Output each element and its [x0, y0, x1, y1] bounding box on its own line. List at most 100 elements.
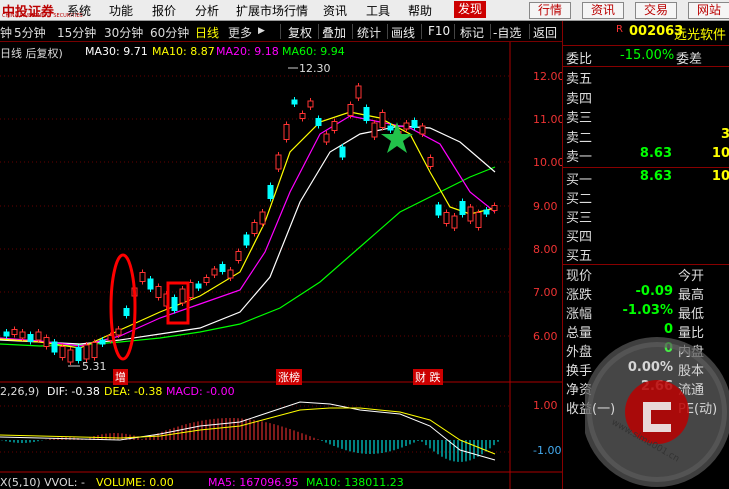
tool-statistics[interactable]: 统计 — [357, 24, 381, 41]
menu-news[interactable]: 资讯 — [323, 2, 347, 19]
price-tick: 7.00 — [533, 286, 558, 299]
candle-body — [323, 133, 330, 143]
candle-body — [267, 185, 274, 199]
candle-body — [75, 347, 82, 361]
toolbar-divider — [387, 24, 388, 39]
low-price-label: 5.31 — [82, 360, 107, 373]
ask-level-label: 卖三 — [566, 111, 593, 126]
menu-analysis[interactable]: 分析 — [195, 2, 219, 19]
chart-period-label: 日线 后复权) — [0, 47, 63, 60]
bid-level-label: 买五 — [566, 249, 593, 264]
macd-tick: 1.00 — [533, 399, 558, 412]
menu-extended-market[interactable]: 扩展市场行情 — [236, 2, 308, 19]
candle-body — [3, 331, 10, 337]
toolbar-divider — [318, 24, 319, 39]
period-more[interactable]: 更多 — [228, 24, 252, 41]
candle-body — [243, 234, 250, 246]
dif-label: DIF: -0.38 — [47, 385, 100, 398]
trade-button[interactable]: 交易 — [635, 2, 678, 19]
tag-finance[interactable]: 财 跌 — [413, 369, 443, 385]
candle-body — [459, 201, 466, 215]
ask-volume: 10 — [711, 146, 729, 161]
tool-add-watchlist[interactable]: -自选 — [493, 24, 521, 41]
candle-body — [259, 211, 266, 225]
candlestick-series — [3, 83, 498, 365]
toolbar-divider — [454, 24, 455, 39]
tool-draw-line[interactable]: 画线 — [391, 24, 415, 41]
candle-body — [347, 104, 354, 116]
period-15min[interactable]: 15分钟 — [57, 24, 96, 41]
candle-body — [147, 278, 154, 290]
period-daily[interactable]: 日线 — [195, 24, 219, 41]
stat-label: 今开 — [678, 269, 705, 284]
tool-mark[interactable]: 标记 — [460, 24, 484, 41]
candle-body — [371, 122, 378, 138]
menu-discover[interactable]: 发现 — [454, 1, 487, 18]
toolbar-divider — [421, 24, 422, 39]
news-button[interactable]: 资讯 — [582, 2, 625, 19]
tool-overlay[interactable]: 叠加 — [322, 24, 346, 41]
divider — [563, 45, 729, 46]
tool-back[interactable]: 返回 — [533, 24, 557, 41]
menu-quote[interactable]: 报价 — [152, 2, 176, 19]
period-60min[interactable]: 60分钟 — [150, 24, 189, 41]
candle-body — [139, 272, 146, 282]
stat-value: -1.03% — [622, 303, 674, 318]
menu-function[interactable]: 功能 — [109, 2, 133, 19]
candle-body — [411, 120, 418, 128]
macd-tick: -1.00 — [533, 444, 562, 457]
ask-price[interactable]: 8.63 — [620, 146, 672, 161]
kline-chart[interactable] — [0, 42, 562, 489]
ask-level-label: 卖一 — [566, 150, 593, 165]
candle-body — [99, 339, 106, 345]
candle-body — [59, 346, 66, 358]
stat-label: 涨幅 — [566, 307, 593, 322]
bid-price[interactable]: 8.63 — [620, 169, 672, 184]
weibi-label: 委比 — [566, 52, 593, 67]
candle-body — [11, 329, 18, 335]
period-30min[interactable]: 30分钟 — [104, 24, 143, 41]
menu-help[interactable]: 帮助 — [408, 2, 432, 19]
candle-body — [155, 286, 162, 298]
period-toolbar: 钟 5分钟 15分钟 30分钟 60分钟 日线 更多 ▶ 复权 叠加 统计 画线… — [0, 21, 562, 42]
period-min[interactable]: 钟 — [0, 24, 12, 41]
candle-body — [19, 331, 26, 339]
price-tick: 11.00 — [533, 113, 565, 126]
candle-body — [235, 251, 242, 261]
tool-restore-rights[interactable]: 复权 — [288, 24, 312, 41]
tag-gainers[interactable]: 涨榜 — [276, 369, 302, 385]
divider — [563, 167, 729, 168]
ma60-label: MA60: 9.94 — [282, 45, 345, 58]
toolbar-divider — [352, 24, 353, 39]
candle-body — [195, 283, 202, 289]
candle-body — [379, 112, 386, 128]
stat-label: 现价 — [566, 269, 593, 284]
candle-body — [171, 297, 178, 311]
menu-system[interactable]: 系统 — [67, 2, 91, 19]
candle-body — [275, 154, 282, 170]
more-arrow-icon[interactable]: ▶ — [258, 26, 265, 36]
quote-button[interactable]: 行情 — [529, 2, 572, 19]
candle-body — [491, 205, 498, 211]
candle-body — [475, 212, 482, 228]
candle-body — [339, 146, 346, 158]
candle-body — [227, 269, 234, 279]
macd-label: MACD: -0.00 — [166, 385, 235, 398]
candle-body — [123, 308, 130, 316]
candle-body — [67, 349, 74, 363]
tool-f10[interactable]: F10 — [428, 24, 450, 38]
vol-ma5-label: MA5: 167096.95 — [208, 476, 299, 489]
candle-body — [203, 277, 210, 283]
menu-tools[interactable]: 工具 — [366, 2, 390, 19]
ask-level-label: 卖二 — [566, 130, 593, 146]
candle-body — [363, 107, 370, 121]
period-5min[interactable]: 5分钟 — [14, 24, 46, 41]
candle-body — [51, 341, 58, 353]
bid-level-label: 买一 — [566, 173, 593, 188]
tag-increase[interactable]: 增 — [113, 369, 128, 385]
highlight-ellipse — [109, 253, 137, 361]
website-button[interactable]: 网站 — [688, 2, 729, 19]
candle-body — [315, 118, 322, 126]
candle-body — [283, 124, 290, 140]
bid-level-label: 买四 — [566, 230, 593, 245]
